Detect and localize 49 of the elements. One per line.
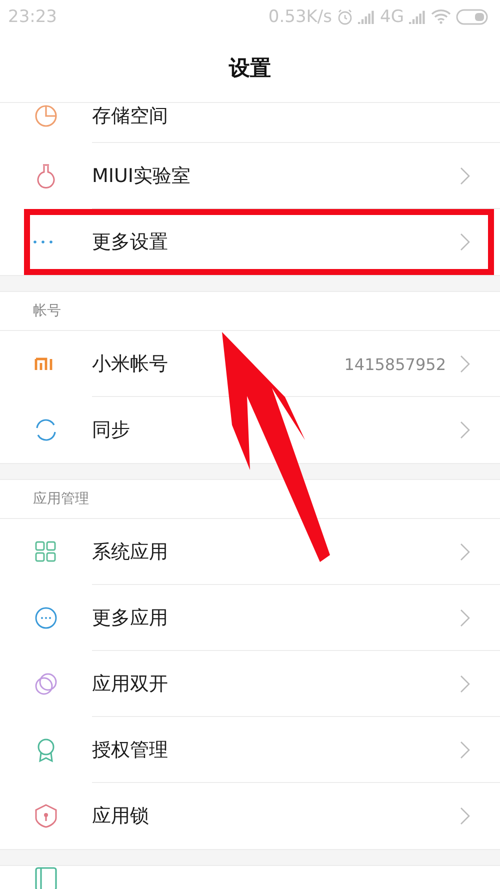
chevron-icon	[460, 741, 470, 759]
sync-icon	[33, 417, 59, 443]
signal-icon	[358, 10, 375, 24]
item-label: 应用锁	[92, 804, 150, 829]
circles-icon	[33, 671, 59, 697]
more-icon	[33, 605, 59, 631]
item-label: 应用双开	[92, 672, 169, 697]
wifi-icon	[431, 9, 451, 24]
section-title: 应用管理	[33, 490, 89, 508]
network-speed: 0.53K/s	[268, 6, 332, 26]
settings-item[interactable]: 系统应用	[0, 519, 500, 585]
item-label: 同步	[92, 418, 131, 443]
battery-icon	[456, 8, 488, 24]
settings-item[interactable]: 小米帐号 1415857952	[0, 331, 500, 397]
item-label: 授权管理	[92, 738, 169, 763]
settings-item[interactable]: 应用双开	[0, 651, 500, 717]
item-label: 存储空间	[92, 104, 169, 129]
chevron-icon	[460, 609, 470, 627]
settings-item[interactable]: 更多设置	[0, 209, 500, 275]
section-title: 帐号	[33, 302, 61, 320]
settings-item[interactable]: 存储空间	[0, 103, 500, 143]
settings-item[interactable]: 授权管理	[0, 717, 500, 783]
shield-icon	[33, 803, 59, 829]
chevron-icon	[460, 807, 470, 825]
status-time: 23:23	[8, 6, 57, 26]
settings-item[interactable]: 更多应用	[0, 585, 500, 651]
chevron-icon	[460, 421, 470, 439]
book-icon	[33, 866, 59, 889]
item-label: 小米帐号	[92, 352, 169, 377]
item-label: 更多应用	[92, 606, 169, 631]
network-type: 4G	[380, 6, 404, 26]
chevron-icon	[460, 167, 470, 185]
chevron-icon	[460, 355, 470, 373]
signal-icon	[409, 10, 426, 24]
item-label: 系统应用	[92, 540, 169, 565]
grid-icon	[33, 539, 59, 565]
dots-icon	[33, 240, 53, 244]
settings-item[interactable]: 同步	[0, 397, 500, 463]
chevron-icon	[460, 543, 470, 561]
item-label: 更多设置	[92, 230, 169, 255]
page-title: 设置	[229, 54, 271, 82]
alarm-icon	[337, 8, 353, 24]
settings-item[interactable]: MIUI实验室	[0, 143, 500, 209]
chevron-icon	[460, 675, 470, 693]
chevron-icon	[460, 233, 470, 251]
item-label: MIUI实验室	[92, 164, 192, 189]
item-value: 1415857952	[344, 354, 446, 374]
settings-item[interactable]: 应用锁	[0, 783, 500, 849]
pie-chart-icon	[33, 103, 59, 129]
